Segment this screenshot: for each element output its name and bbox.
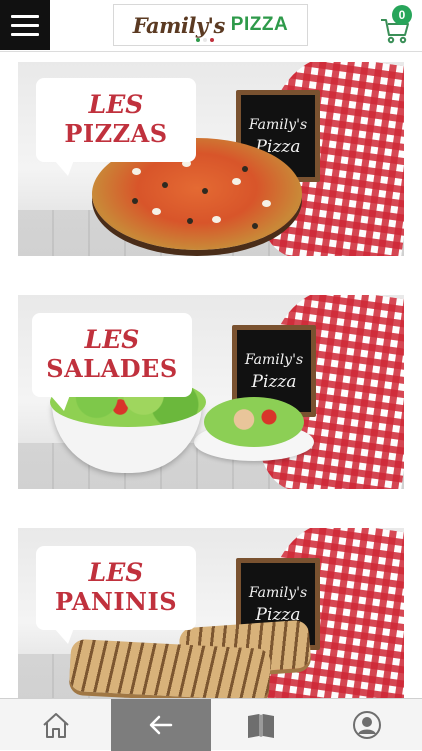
category-title-line2: PIZZAS xyxy=(64,119,168,148)
chalkboard-line2: Pizza xyxy=(251,372,297,392)
category-title-line2: SALADES xyxy=(46,354,178,383)
category-title-bubble: LES PANINIS xyxy=(36,546,196,644)
book-menu-icon xyxy=(248,714,274,738)
category-title-bubble: LES SALADES xyxy=(32,313,192,411)
hamburger-menu-icon-bar xyxy=(11,23,39,27)
hamburger-menu-button[interactable] xyxy=(0,0,50,50)
app-header: Family's PIZZA 0 xyxy=(0,0,422,52)
cart-count-badge: 0 xyxy=(392,5,412,25)
category-title-line2: PANINIS xyxy=(54,587,178,616)
back-arrow-icon xyxy=(149,715,173,735)
category-title-line1: LES xyxy=(88,558,144,587)
bottom-navigation xyxy=(0,698,422,751)
home-icon xyxy=(42,713,69,738)
logo-italian-dots xyxy=(196,38,214,42)
panini-image-front xyxy=(68,638,272,698)
logo-pizza-text: PIZZA xyxy=(230,14,289,35)
user-profile-icon xyxy=(352,711,381,739)
category-title-line1: LES xyxy=(84,325,140,354)
nav-home-button[interactable] xyxy=(0,699,111,751)
nav-menu-book-button[interactable] xyxy=(211,699,311,751)
cart-button[interactable]: 0 xyxy=(378,5,418,46)
chalkboard-line1: Family's xyxy=(248,117,308,133)
category-card-salades[interactable]: Family's Pizza LES SALADES xyxy=(18,295,404,489)
category-card-paninis[interactable]: Family's Pizza LES PANINIS xyxy=(18,528,404,698)
chalkboard-line1: Family's xyxy=(244,352,304,368)
logo-script-text: Family's xyxy=(132,12,226,38)
nav-back-button[interactable] xyxy=(111,699,211,751)
nav-profile-button[interactable] xyxy=(311,699,422,751)
hamburger-menu-icon-bar xyxy=(11,32,39,36)
category-card-pizzas[interactable]: Family's Pizza LES PIZZAS xyxy=(18,62,404,256)
category-list: Family's Pizza LES PIZZAS Family's Pizza… xyxy=(0,52,422,698)
brand-logo[interactable]: Family's PIZZA xyxy=(113,4,308,46)
hamburger-menu-icon xyxy=(11,14,39,18)
category-title-line1: LES xyxy=(88,90,144,119)
chalkboard-line1: Family's xyxy=(248,585,308,601)
category-title-bubble: LES PIZZAS xyxy=(36,78,196,176)
salad-plate-food xyxy=(204,397,304,447)
